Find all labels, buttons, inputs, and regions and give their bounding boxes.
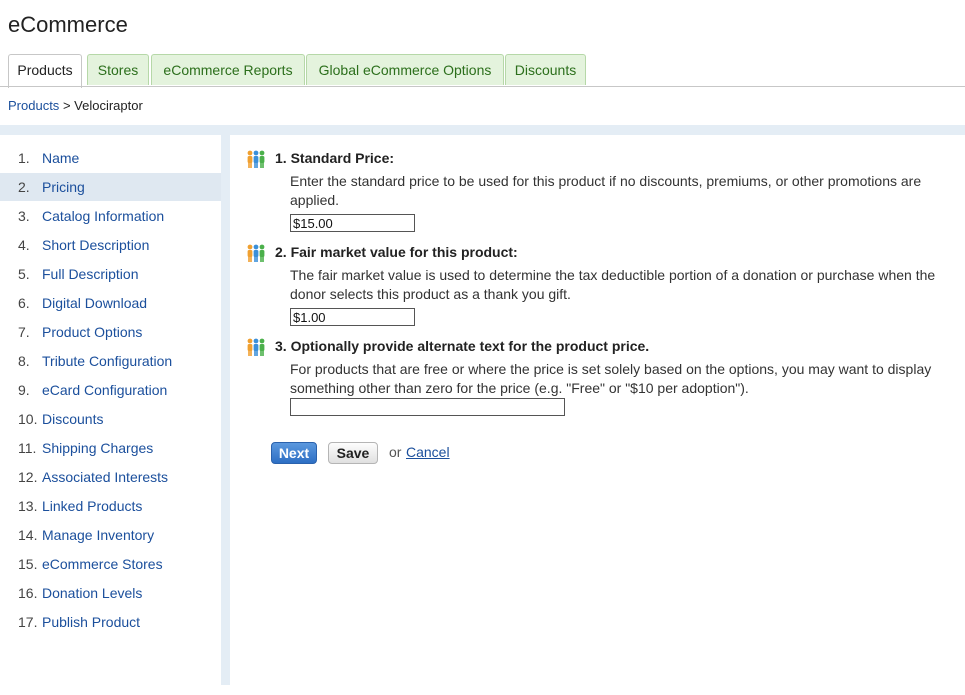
sidebar-item-catalog-information[interactable]: 3. Catalog Information xyxy=(0,202,221,230)
breadcrumb-current: Velociraptor xyxy=(74,98,143,113)
people-icon xyxy=(247,338,265,356)
breadcrumb-products-link[interactable]: Products xyxy=(8,98,59,113)
step-title: 2. Fair market value for this product: xyxy=(275,244,518,260)
sidebar-item-label: Manage Inventory xyxy=(42,527,155,543)
or-text: or xyxy=(389,444,402,460)
sidebar-item-label: Product Options xyxy=(42,324,143,340)
tab-global-ecommerce-options[interactable]: Global eCommerce Options xyxy=(306,54,504,85)
step-description: The fair market value is used to determi… xyxy=(290,267,936,302)
sidebar-item-number: 13. xyxy=(18,498,38,514)
sidebar-item-number: 11. xyxy=(18,440,37,456)
sidebar-item-associated-interests[interactable]: 12. Associated Interests xyxy=(0,463,221,491)
step-description: Enter the standard price to be used for … xyxy=(290,173,922,208)
sidebar-item-publish-product[interactable]: 17. Publish Product xyxy=(0,608,221,636)
sidebar-item-number: 12. xyxy=(18,469,38,485)
sidebar-item-label: Tribute Configuration xyxy=(42,353,173,369)
standard-price-input[interactable] xyxy=(290,214,415,232)
people-icon xyxy=(247,150,265,168)
sidebar-item-manage-inventory[interactable]: 14. Manage Inventory xyxy=(0,521,221,549)
sidebar-item-label: Short Description xyxy=(42,237,150,253)
tab-ecommerce-reports[interactable]: eCommerce Reports xyxy=(151,54,305,85)
sidebar-item-label: Full Description xyxy=(42,266,139,282)
next-button[interactable]: Next xyxy=(271,442,317,464)
sidebar-item-label: eCard Configuration xyxy=(42,382,168,398)
sidebar-item-label: eCommerce Stores xyxy=(42,556,163,572)
sidebar-item-label: Shipping Charges xyxy=(42,440,154,456)
sidebar-item-number: 3. xyxy=(18,208,30,224)
sidebar-item-full-description[interactable]: 5. Full Description xyxy=(0,260,221,288)
sidebar-item-label: Name xyxy=(42,150,80,166)
sidebar-item-number: 7. xyxy=(18,324,30,340)
sidebar-item-label: Publish Product xyxy=(42,614,141,630)
sidebar-item-name[interactable]: 1. Name xyxy=(0,144,221,172)
sidebar-item-number: 16. xyxy=(18,585,38,601)
sidebar-item-number: 9. xyxy=(18,382,30,398)
cancel-link[interactable]: Cancel xyxy=(406,444,450,460)
sidebar-item-label: Associated Interests xyxy=(42,469,169,485)
sidebar-item-label: Discounts xyxy=(42,411,104,427)
tab-products[interactable]: Products xyxy=(8,54,82,88)
sidebar-item-ecommerce-stores[interactable]: 15. eCommerce Stores xyxy=(0,550,221,578)
sidebar-item-number: 15. xyxy=(18,556,38,572)
sidebar-item-label: Pricing xyxy=(42,179,85,195)
sidebar-item-number: 17. xyxy=(18,614,38,630)
sidebar-item-product-options[interactable]: 7. Product Options xyxy=(0,318,221,346)
sidebar-item-label: Linked Products xyxy=(42,498,143,514)
sidebar-item-number: 2. xyxy=(18,179,30,195)
sidebar-item-shipping-charges[interactable]: 11. Shipping Charges xyxy=(0,434,221,462)
breadcrumb: Products > Velociraptor xyxy=(8,98,143,113)
sidebar-item-label: Digital Download xyxy=(42,295,148,311)
breadcrumb-separator: > xyxy=(62,98,71,113)
sidebar-item-label: Catalog Information xyxy=(42,208,165,224)
fair-market-value-input[interactable] xyxy=(290,308,415,326)
sidebar-item-donation-levels[interactable]: 16. Donation Levels xyxy=(0,579,221,607)
step-title: 3. Optionally provide alternate text for… xyxy=(275,338,650,354)
step-title: 1. Standard Price: xyxy=(275,150,395,166)
sidebar-item-number: 5. xyxy=(18,266,30,282)
tab-discounts[interactable]: Discounts xyxy=(505,54,586,85)
sidebar-item-number: 6. xyxy=(18,295,30,311)
tab-divider xyxy=(0,86,965,87)
sidebar-item-linked-products[interactable]: 13. Linked Products xyxy=(0,492,221,520)
sidebar-item-tribute-configuration[interactable]: 8. Tribute Configuration xyxy=(0,347,221,375)
sidebar-divider xyxy=(221,125,230,685)
save-button[interactable]: Save xyxy=(328,442,378,464)
sidebar-item-number: 4. xyxy=(18,237,30,253)
sidebar-item-number: 10. xyxy=(18,411,38,427)
people-icon xyxy=(247,244,265,262)
app-title: eCommerce xyxy=(8,12,128,37)
sidebar-item-number: 8. xyxy=(18,353,30,369)
sidebar-item-ecard-configuration[interactable]: 9. eCard Configuration xyxy=(0,376,221,404)
tab-stores[interactable]: Stores xyxy=(87,54,149,85)
sidebar-item-label: Donation Levels xyxy=(42,585,143,601)
sidebar-item-pricing[interactable]: 2. Pricing xyxy=(0,173,221,201)
sidebar-item-number: 14. xyxy=(18,527,38,543)
sidebar-item-short-description[interactable]: 4. Short Description xyxy=(0,231,221,259)
sidebar-item-discounts[interactable]: 10. Discounts xyxy=(0,405,221,433)
sidebar-item-number: 1. xyxy=(18,150,30,166)
step-description: For products that are free or where the … xyxy=(290,361,932,396)
sidebar-item-digital-download[interactable]: 6. Digital Download xyxy=(0,289,221,317)
alternate-price-text-input[interactable] xyxy=(290,398,565,416)
sidebar: 1. Name 2. Pricing 3. Catalog Information 4… xyxy=(0,125,221,695)
pricing-form: 1. Standard Price: Enter the standard pr… xyxy=(230,135,965,695)
